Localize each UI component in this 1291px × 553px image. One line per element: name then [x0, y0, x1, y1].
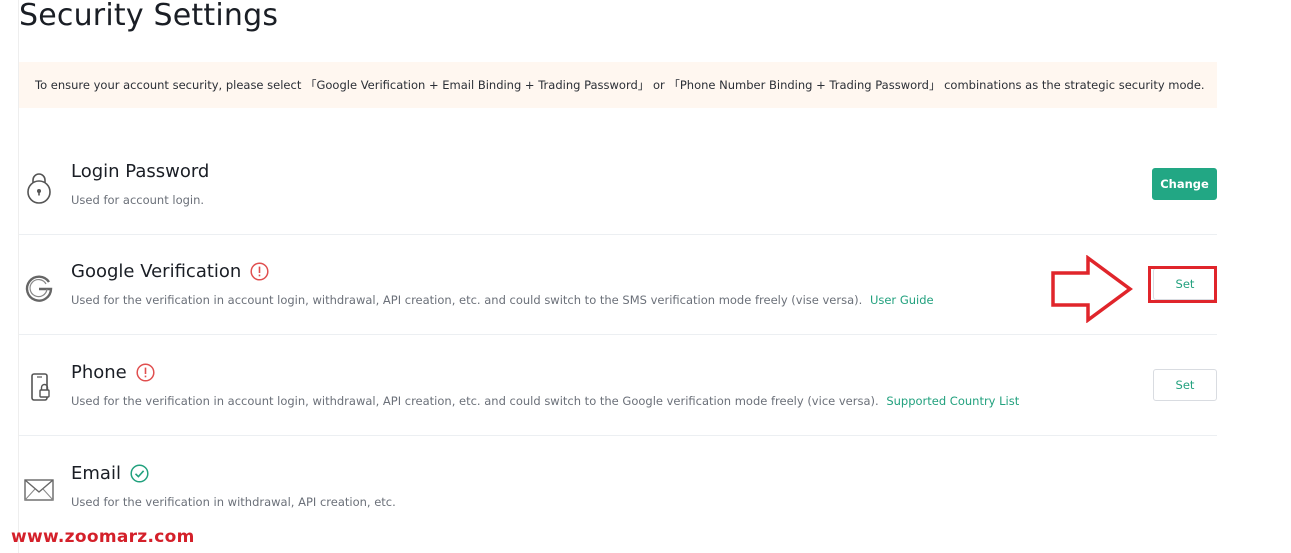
set-phone-button[interactable]: Set	[1153, 369, 1217, 401]
security-item-login-password: Login Password Used for account login. C…	[19, 135, 1217, 235]
check-circle-icon	[130, 464, 149, 483]
google-verification-description: Used for the verification in account log…	[71, 293, 934, 307]
security-item-google-verification: Google Verification Used for the verific…	[19, 235, 1217, 335]
security-notice-text: To ensure your account security, please …	[35, 78, 1205, 92]
login-password-description: Used for account login.	[71, 193, 205, 207]
supported-country-list-link[interactable]: Supported Country List	[886, 394, 1019, 408]
watermark: www.zoomarz.com	[11, 527, 195, 547]
phone-lock-icon	[23, 371, 55, 405]
email-description: Used for the verification in withdrawal,…	[71, 495, 396, 509]
user-guide-link[interactable]: User Guide	[870, 293, 934, 307]
security-item-email: Email Used for the verification in withd…	[19, 437, 1217, 537]
warning-icon	[250, 262, 269, 281]
envelope-icon	[23, 472, 55, 506]
page-title: Security Settings	[19, 0, 279, 33]
warning-icon	[136, 363, 155, 382]
login-password-title: Login Password	[71, 161, 210, 182]
email-title: Email	[71, 463, 149, 484]
security-item-phone: Phone Used for the verification in accou…	[19, 336, 1217, 436]
security-notice: To ensure your account security, please …	[19, 62, 1217, 108]
google-icon	[23, 270, 55, 304]
set-google-verification-button[interactable]: Set	[1153, 268, 1217, 300]
lock-icon	[23, 170, 55, 204]
arrow-right-outline-icon	[1050, 254, 1134, 324]
phone-title: Phone	[71, 362, 155, 383]
change-password-button[interactable]: Change	[1152, 168, 1217, 200]
phone-description: Used for the verification in account log…	[71, 394, 1020, 408]
google-verification-title: Google Verification	[71, 261, 269, 282]
